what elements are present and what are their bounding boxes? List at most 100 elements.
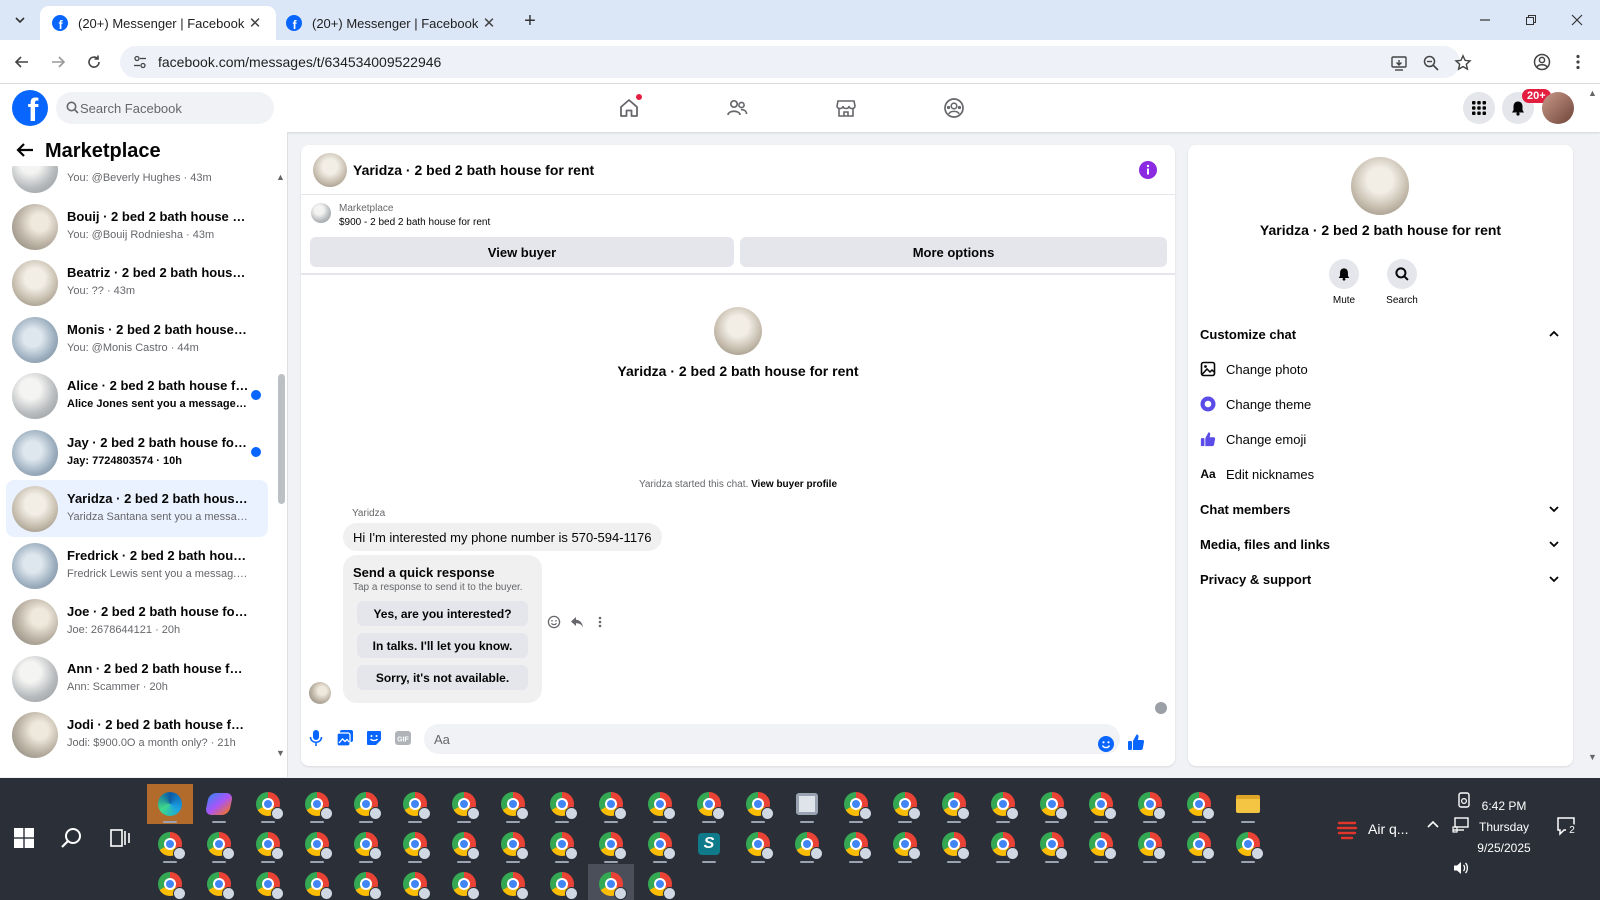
quick-response-option[interactable]: Yes, are you interested? bbox=[357, 601, 528, 626]
chevron-up-icon[interactable] bbox=[1426, 818, 1440, 832]
message-bubble[interactable]: Hi I'm interested my phone number is 570… bbox=[343, 523, 662, 551]
menu-button[interactable] bbox=[1463, 92, 1495, 124]
tab-messenger-2[interactable]: f (20+) Messenger | Facebook ✕ bbox=[274, 6, 510, 40]
nav-friends-button[interactable] bbox=[723, 94, 751, 122]
chrome-taskbar-button[interactable] bbox=[539, 864, 585, 900]
restore-button[interactable] bbox=[1508, 0, 1554, 40]
chrome-taskbar-button[interactable] bbox=[196, 824, 242, 864]
tab-messenger-1[interactable]: f (20+) Messenger | Facebook ✕ bbox=[40, 6, 276, 40]
chrome-taskbar-button[interactable] bbox=[1176, 784, 1222, 824]
tab-search-button[interactable] bbox=[8, 8, 32, 32]
sway-taskbar-button[interactable]: S bbox=[686, 824, 732, 864]
chat-members-section[interactable]: Chat members bbox=[1200, 494, 1560, 524]
scroll-up-arrow-icon[interactable]: ▲ bbox=[1588, 88, 1597, 98]
chat-avatar[interactable] bbox=[313, 153, 347, 187]
conversation-item[interactable]: Yaridza · 2 bed 2 bath house for rent Yar… bbox=[6, 480, 268, 537]
app-taskbar-button[interactable] bbox=[784, 784, 830, 824]
address-bar[interactable]: facebook.com/messages/t/634534009522946 bbox=[120, 46, 1472, 78]
chrome-taskbar-button[interactable] bbox=[833, 784, 879, 824]
chrome-taskbar-button[interactable] bbox=[931, 824, 977, 864]
chrome-taskbar-button[interactable] bbox=[392, 784, 438, 824]
chrome-taskbar-button[interactable] bbox=[343, 824, 389, 864]
chrome-taskbar-button[interactable] bbox=[588, 864, 634, 900]
chrome-taskbar-button[interactable] bbox=[490, 864, 536, 900]
chrome-taskbar-button[interactable] bbox=[637, 824, 683, 864]
volume-icon[interactable] bbox=[1452, 860, 1470, 876]
account-avatar[interactable] bbox=[1542, 92, 1574, 124]
view-buyer-button[interactable]: View buyer bbox=[310, 237, 734, 267]
change-theme-option[interactable]: Change theme bbox=[1200, 389, 1560, 419]
chrome-taskbar-button[interactable] bbox=[735, 784, 781, 824]
tab-close-button[interactable]: ✕ bbox=[246, 14, 264, 32]
profile-button[interactable] bbox=[1530, 50, 1554, 74]
scroll-down-arrow-icon[interactable]: ▼ bbox=[1588, 752, 1597, 762]
marketplace-listing-row[interactable]: Marketplace $900 - 2 bed 2 bath house fo… bbox=[301, 195, 1175, 231]
quick-response-option[interactable]: Sorry, it's not available. bbox=[357, 665, 528, 690]
chrome-taskbar-button[interactable] bbox=[637, 864, 683, 900]
scroll-down-arrow-icon[interactable]: ▼ bbox=[276, 748, 285, 758]
conversation-item[interactable]: Joe · 2 bed 2 bath house for rent Joe: 26… bbox=[6, 593, 268, 650]
more-options-button[interactable]: More options bbox=[740, 237, 1167, 267]
chrome-taskbar-button[interactable] bbox=[686, 784, 732, 824]
chrome-taskbar-button[interactable] bbox=[784, 824, 830, 864]
chrome-taskbar-button[interactable] bbox=[1127, 784, 1173, 824]
send-like-button[interactable] bbox=[1127, 733, 1145, 751]
chrome-taskbar-button[interactable] bbox=[539, 784, 585, 824]
file-explorer-taskbar-button[interactable] bbox=[1225, 784, 1271, 824]
more-message-actions-button[interactable] bbox=[593, 615, 607, 629]
chrome-taskbar-button[interactable] bbox=[441, 824, 487, 864]
chrome-taskbar-button[interactable] bbox=[490, 824, 536, 864]
gif-button[interactable]: GIF bbox=[394, 729, 412, 747]
chrome-taskbar-button[interactable] bbox=[1078, 824, 1124, 864]
reply-button[interactable] bbox=[570, 615, 584, 629]
chrome-taskbar-button[interactable] bbox=[147, 824, 193, 864]
chrome-taskbar-button[interactable] bbox=[931, 784, 977, 824]
nav-home-button[interactable] bbox=[615, 94, 643, 122]
scroll-up-arrow-icon[interactable]: ▲ bbox=[276, 172, 285, 182]
chrome-taskbar-button[interactable] bbox=[245, 784, 291, 824]
attach-photo-button[interactable] bbox=[336, 729, 354, 747]
task-view-icon[interactable] bbox=[110, 828, 130, 848]
chrome-taskbar-button[interactable] bbox=[490, 784, 536, 824]
conversation-item[interactable]: Jodi · 2 bed 2 bath house for rent Jodi: … bbox=[6, 706, 268, 763]
chrome-taskbar-button[interactable] bbox=[980, 784, 1026, 824]
tab-close-button[interactable]: ✕ bbox=[480, 14, 498, 32]
minimize-button[interactable] bbox=[1462, 0, 1508, 40]
chrome-taskbar-button[interactable] bbox=[196, 864, 242, 900]
nav-marketplace-button[interactable] bbox=[832, 94, 860, 122]
chrome-taskbar-button[interactable] bbox=[588, 784, 634, 824]
chrome-taskbar-button[interactable] bbox=[294, 784, 340, 824]
chrome-taskbar-button[interactable] bbox=[1225, 824, 1271, 864]
chrome-taskbar-button[interactable] bbox=[294, 824, 340, 864]
chrome-taskbar-button[interactable] bbox=[735, 824, 781, 864]
search-in-chat-action[interactable]: Search bbox=[1377, 259, 1427, 306]
conversation-item[interactable]: Jay · 2 bed 2 bath house for rent Jay: 77… bbox=[6, 424, 268, 481]
message-input[interactable] bbox=[424, 724, 1120, 754]
chrome-taskbar-button[interactable] bbox=[539, 824, 585, 864]
conversation-item[interactable]: Ann · 2 bed 2 bath house for rent Ann: Sc… bbox=[6, 650, 268, 707]
chrome-taskbar-button[interactable] bbox=[1127, 824, 1173, 864]
sender-avatar[interactable] bbox=[309, 682, 331, 704]
chrome-taskbar-button[interactable] bbox=[441, 784, 487, 824]
taskbar-search-icon[interactable] bbox=[60, 826, 84, 850]
chrome-taskbar-button[interactable] bbox=[245, 864, 291, 900]
copilot-taskbar-button[interactable] bbox=[196, 784, 242, 824]
quick-response-option[interactable]: In talks. I'll let you know. bbox=[357, 633, 528, 658]
page-scrollbar[interactable]: ▲ ▼ bbox=[1588, 88, 1598, 768]
mute-action[interactable]: Mute bbox=[1319, 259, 1369, 306]
browser-menu-button[interactable] bbox=[1566, 50, 1590, 74]
scrollbar-thumb[interactable] bbox=[278, 374, 285, 504]
chrome-taskbar-button[interactable] bbox=[833, 824, 879, 864]
conversation-item[interactable]: Bouij · 2 bed 2 bath house for rent You: … bbox=[6, 198, 268, 255]
facebook-logo-icon[interactable]: f bbox=[12, 90, 48, 126]
chrome-taskbar-button[interactable] bbox=[1029, 784, 1075, 824]
sticker-button[interactable] bbox=[365, 729, 383, 747]
chrome-taskbar-button[interactable] bbox=[1176, 824, 1222, 864]
conversation-item[interactable]: Beatriz · 2 bed 2 bath house for rent You… bbox=[6, 254, 268, 311]
chrome-taskbar-button[interactable] bbox=[980, 824, 1026, 864]
chrome-taskbar-button[interactable] bbox=[343, 784, 389, 824]
customize-chat-section[interactable]: Customize chat bbox=[1200, 319, 1560, 349]
chrome-taskbar-button[interactable] bbox=[392, 864, 438, 900]
info-icon[interactable] bbox=[1139, 161, 1157, 179]
facebook-search-box[interactable]: Search Facebook bbox=[56, 92, 274, 124]
